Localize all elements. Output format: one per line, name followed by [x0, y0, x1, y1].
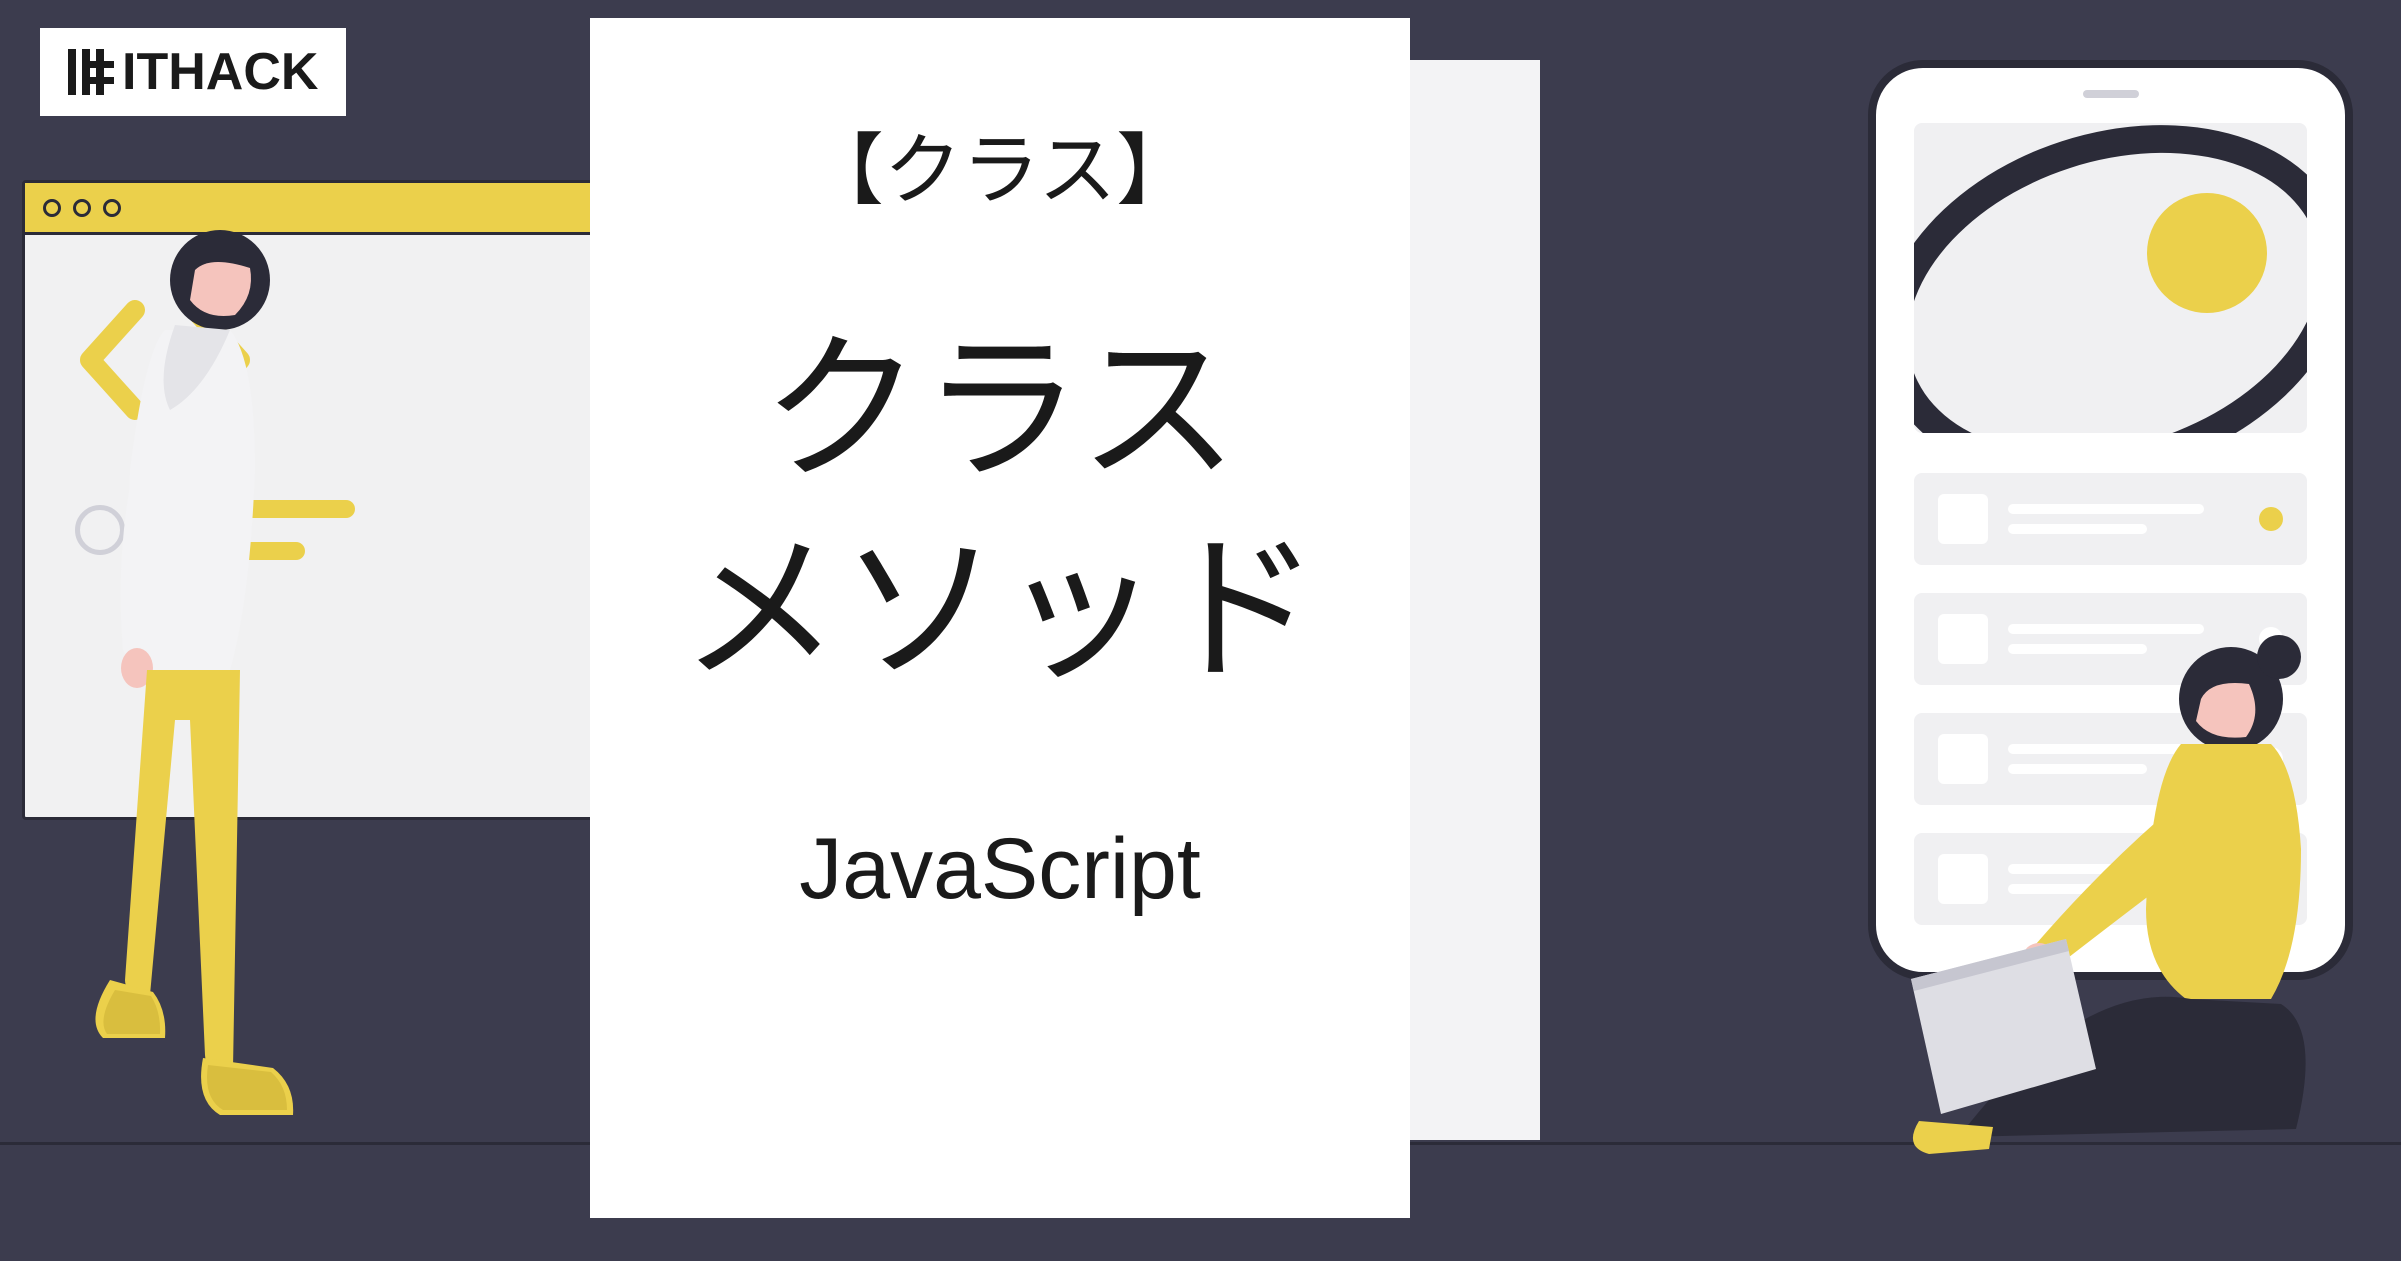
window-control-dot [73, 199, 91, 217]
action-dot-icon [2259, 507, 2283, 531]
title-line-2: メソッド [680, 520, 1320, 699]
window-control-dot [43, 199, 61, 217]
title-card: 【クラス】 クラス メソッド JavaScript [590, 18, 1410, 1218]
main-title: クラス メソッド [680, 310, 1320, 710]
standing-person-illustration [55, 220, 315, 1130]
window-control-dot [103, 199, 121, 217]
language-label: JavaScript [799, 820, 1201, 919]
sitting-person-illustration [1851, 629, 2371, 1169]
phone-hero-image [1914, 123, 2307, 433]
text-placeholder-line [2008, 504, 2204, 514]
list-card [1914, 473, 2307, 565]
title-line-1: クラス [762, 320, 1239, 499]
brand-logo: ITHACK [40, 28, 346, 116]
phone-speaker-icon [2083, 90, 2139, 98]
category-tag: 【クラス】 [806, 108, 1194, 220]
brand-name: ITHACK [122, 42, 318, 102]
logo-mark-icon [68, 49, 114, 95]
text-placeholder-line [2008, 524, 2147, 534]
thumbnail-placeholder [1938, 494, 1988, 544]
mountain-shape [1914, 123, 2307, 433]
